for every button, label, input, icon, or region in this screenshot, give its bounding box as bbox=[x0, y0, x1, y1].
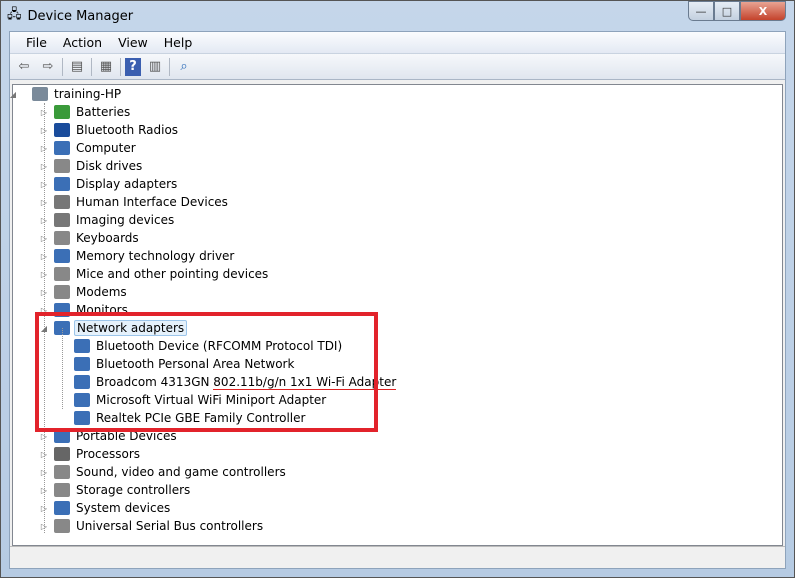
expand-toggle-icon[interactable]: ▷ bbox=[39, 504, 49, 513]
tree-item[interactable]: ▷ Bluetooth Radios bbox=[41, 121, 180, 139]
tree-item[interactable]: ▷ Modems bbox=[41, 283, 129, 301]
toolbar-separator bbox=[91, 57, 92, 76]
toolbar-separator bbox=[62, 57, 63, 76]
expand-toggle-icon[interactable]: ▷ bbox=[39, 162, 49, 171]
title-bar: 🖧 Device Manager bbox=[7, 5, 133, 27]
device-manager-icon: 🖧 bbox=[7, 7, 22, 22]
expand-toggle-icon[interactable]: ▷ bbox=[39, 450, 49, 459]
tree-item-label: Human Interface Devices bbox=[76, 195, 228, 209]
tree-item[interactable]: ▷ Memory technology driver bbox=[41, 247, 236, 265]
expand-toggle-icon[interactable]: ▷ bbox=[39, 486, 49, 495]
storage-icon bbox=[54, 483, 70, 497]
tree-item-label: Imaging devices bbox=[76, 213, 175, 227]
hid-icon bbox=[54, 195, 70, 209]
tree-item-label: Processors bbox=[76, 447, 141, 461]
tree-item[interactable]: ▷ Computer bbox=[41, 139, 138, 157]
mouse-icon bbox=[54, 267, 70, 281]
scan-hardware-icon[interactable]: ⌕ bbox=[174, 57, 194, 77]
battery-icon bbox=[54, 105, 70, 119]
memory-icon bbox=[54, 249, 70, 263]
highlight-box bbox=[35, 312, 378, 432]
tree-item[interactable]: ▷ Human Interface Devices bbox=[41, 193, 230, 211]
expand-toggle-icon[interactable]: ▷ bbox=[39, 108, 49, 117]
expand-toggle-icon[interactable]: ▷ bbox=[39, 144, 49, 153]
computer-icon bbox=[32, 87, 48, 101]
expand-toggle-icon[interactable]: ◢ bbox=[8, 90, 18, 99]
processor-icon bbox=[54, 447, 70, 461]
tree-item-label: System devices bbox=[76, 501, 171, 515]
close-button[interactable]: X bbox=[740, 1, 786, 21]
tree-item[interactable]: ▷ System devices bbox=[41, 499, 172, 517]
keyboard-icon bbox=[54, 231, 70, 245]
disk-icon bbox=[54, 159, 70, 173]
tree-item[interactable]: ▷ Universal Serial Bus controllers bbox=[41, 517, 265, 535]
computer-icon bbox=[54, 141, 70, 155]
status-bar bbox=[10, 546, 785, 568]
system-icon bbox=[54, 501, 70, 515]
tree-item[interactable]: ▷ Batteries bbox=[41, 103, 132, 121]
expand-toggle-icon[interactable]: ▷ bbox=[39, 522, 49, 531]
help-icon[interactable]: ? bbox=[125, 57, 141, 76]
expand-toggle-icon[interactable]: ▷ bbox=[39, 468, 49, 477]
expand-toggle-icon[interactable]: ▷ bbox=[39, 198, 49, 207]
expand-toggle-icon[interactable]: ▷ bbox=[39, 234, 49, 243]
toolbar: ⇦ ⇨ ▤ ▦ ? ▥ ⌕ bbox=[10, 54, 785, 80]
tree-item[interactable]: ▷ Processors bbox=[41, 445, 142, 463]
display-icon bbox=[54, 177, 70, 191]
menu-view[interactable]: View bbox=[110, 35, 156, 50]
expand-toggle-icon[interactable]: ▷ bbox=[39, 180, 49, 189]
tree-item[interactable]: ▷ Mice and other pointing devices bbox=[41, 265, 270, 283]
camera-icon bbox=[54, 213, 70, 227]
properties-icon[interactable]: ▦ bbox=[96, 57, 116, 77]
usb-icon bbox=[54, 519, 70, 533]
menu-file[interactable]: File bbox=[18, 35, 55, 50]
window-title: Device Manager bbox=[27, 8, 134, 24]
device-manager-window: 🖧 Device Manager — □ X File Action View … bbox=[0, 0, 795, 578]
tree-item-label: Memory technology driver bbox=[76, 249, 235, 263]
toolbar-separator bbox=[169, 57, 170, 76]
tree-item[interactable]: ▷ Disk drives bbox=[41, 157, 144, 175]
tree-item[interactable]: ▷ Imaging devices bbox=[41, 211, 176, 229]
toolbar-separator bbox=[120, 57, 121, 76]
tree-item-label: Modems bbox=[76, 285, 127, 299]
tree-item-label: Computer bbox=[76, 141, 136, 155]
speaker-icon bbox=[54, 465, 70, 479]
tree-item-label: Bluetooth Radios bbox=[76, 123, 179, 137]
tree-item[interactable]: ▷ Storage controllers bbox=[41, 481, 192, 499]
tree-item-label: training-HP bbox=[54, 87, 122, 101]
expand-toggle-icon[interactable]: ▷ bbox=[39, 432, 49, 441]
maximize-button[interactable]: □ bbox=[714, 1, 740, 21]
tree-item-label: Disk drives bbox=[76, 159, 143, 173]
tree-item-label: Storage controllers bbox=[76, 483, 191, 497]
bluetooth-icon bbox=[54, 123, 70, 137]
tree-item[interactable]: ▷ Keyboards bbox=[41, 229, 141, 247]
expand-toggle-icon[interactable]: ▷ bbox=[39, 216, 49, 225]
menu-help[interactable]: Help bbox=[156, 35, 201, 50]
tree-item[interactable]: ▷ Sound, video and game controllers bbox=[41, 463, 288, 481]
tree-root[interactable]: ◢ training-HP bbox=[10, 85, 123, 103]
show-action-pane-icon[interactable]: ▥ bbox=[145, 57, 165, 77]
modem-icon bbox=[54, 285, 70, 299]
menu-bar: File Action View Help bbox=[10, 32, 785, 54]
tree-item[interactable]: ▷ Display adapters bbox=[41, 175, 179, 193]
tree-item-label: Batteries bbox=[76, 105, 131, 119]
expand-toggle-icon[interactable]: ▷ bbox=[39, 288, 49, 297]
tree-item-label: Keyboards bbox=[76, 231, 139, 245]
forward-icon[interactable]: ⇨ bbox=[38, 57, 58, 77]
tree-item-label: Sound, video and game controllers bbox=[76, 465, 286, 479]
show-hide-console-tree-icon[interactable]: ▤ bbox=[67, 57, 87, 77]
tree-item-label: Mice and other pointing devices bbox=[76, 267, 269, 281]
menu-action[interactable]: Action bbox=[55, 35, 110, 50]
tree-item-label: Display adapters bbox=[76, 177, 178, 191]
expand-toggle-icon[interactable]: ▷ bbox=[39, 252, 49, 261]
tree-item-label: Universal Serial Bus controllers bbox=[76, 519, 264, 533]
back-icon[interactable]: ⇦ bbox=[14, 57, 34, 77]
minimize-button[interactable]: — bbox=[688, 1, 714, 21]
expand-toggle-icon[interactable]: ▷ bbox=[39, 270, 49, 279]
expand-toggle-icon[interactable]: ▷ bbox=[39, 126, 49, 135]
